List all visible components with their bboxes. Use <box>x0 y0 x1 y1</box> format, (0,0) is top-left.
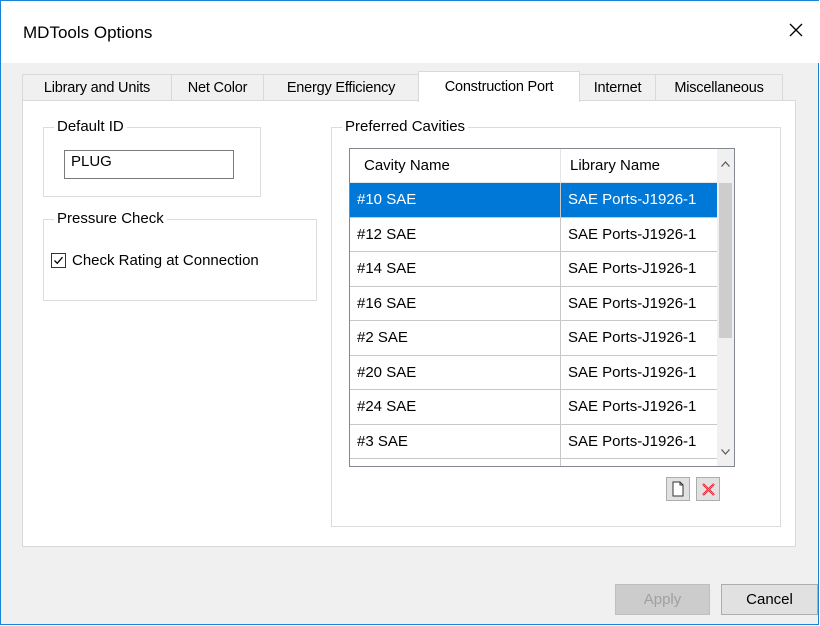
chevron-down-icon <box>721 448 730 455</box>
tab-energy-efficiency[interactable]: Energy Efficiency <box>263 74 419 100</box>
delete-x-icon <box>701 482 715 496</box>
list-item[interactable]: #24 SAE SAE Ports-J1926-1 <box>350 390 718 425</box>
new-cavity-button[interactable] <box>666 477 690 501</box>
cavity-name-cell: #24 SAE <box>350 390 561 425</box>
tab-net-color[interactable]: Net Color <box>171 74 264 100</box>
list-item[interactable]: #14 SAE SAE Ports-J1926-1 <box>350 252 718 287</box>
tab-construction-port[interactable]: Construction Port <box>418 71 580 102</box>
scroll-thumb[interactable] <box>719 183 732 338</box>
list-item[interactable]: #12 SAE SAE Ports-J1926-1 <box>350 217 718 252</box>
options-dialog: MDTools Options Library and Units Net Co… <box>0 0 819 625</box>
column-header-cavity-name[interactable]: Cavity Name <box>350 149 561 183</box>
library-name-cell: SAE Ports-J1926-1 <box>561 459 718 466</box>
delete-cavity-button[interactable] <box>696 477 720 501</box>
scroll-up-arrow[interactable] <box>717 155 734 172</box>
cavity-name-cell: #3 SAE <box>350 424 561 459</box>
close-icon <box>789 23 803 37</box>
cavity-name-cell: #14 SAE <box>350 252 561 287</box>
list-item[interactable]: #3 SAE SAE Ports-J1926-1 <box>350 424 718 459</box>
cavity-name-cell: #32 SAE <box>350 459 561 466</box>
library-name-cell: SAE Ports-J1926-1 <box>561 390 718 425</box>
preferred-cavities-label: Preferred Cavities <box>342 118 469 136</box>
library-name-cell: SAE Ports-J1926-1 <box>561 286 718 321</box>
list-item[interactable]: #16 SAE SAE Ports-J1926-1 <box>350 286 718 321</box>
title-bar: MDTools Options <box>1 1 819 63</box>
cavity-name-cell: #16 SAE <box>350 286 561 321</box>
library-name-cell: SAE Ports-J1926-1 <box>561 252 718 287</box>
pressure-check-label: Pressure Check <box>54 210 167 228</box>
checkmark-icon <box>54 256 63 265</box>
column-header-library-name[interactable]: Library Name <box>561 149 718 183</box>
list-item[interactable]: #32 SAESAE Ports-J1926-1 <box>350 459 718 466</box>
close-button[interactable] <box>777 11 815 49</box>
tab-strip: Library and Units Net Color Energy Effic… <box>22 71 812 102</box>
tab-library-and-units[interactable]: Library and Units <box>22 74 172 100</box>
list-item[interactable]: #20 SAE SAE Ports-J1926-1 <box>350 355 718 390</box>
new-document-icon <box>672 481 684 497</box>
default-id-group: Default ID PLUG <box>43 118 261 197</box>
list-scrollbar[interactable] <box>717 149 734 466</box>
tab-miscellaneous[interactable]: Miscellaneous <box>655 74 783 100</box>
library-name-cell: SAE Ports-J1926-1 <box>561 217 718 252</box>
default-id-input[interactable]: PLUG <box>64 150 234 179</box>
apply-button[interactable]: Apply <box>615 584 710 615</box>
chevron-up-icon <box>721 160 730 167</box>
cancel-button[interactable]: Cancel <box>721 584 818 615</box>
library-name-cell: SAE Ports-J1926-1 <box>561 355 718 390</box>
list-item[interactable]: #2 SAE SAE Ports-J1926-1 <box>350 321 718 356</box>
default-id-label: Default ID <box>54 118 127 136</box>
tab-internet[interactable]: Internet <box>579 74 656 100</box>
cavity-name-cell: #20 SAE <box>350 355 561 390</box>
cavities-list: Cavity Name Library Name #10 SAE SAE Port… <box>349 148 735 467</box>
library-name-cell: SAE Ports-J1926-1 <box>561 321 718 356</box>
list-rows: #10 SAE SAE Ports-J1926-1 #12 SAE SAE Ports… <box>350 183 718 466</box>
library-name-cell: SAE Ports-J1926-1 <box>561 424 718 459</box>
scroll-down-arrow[interactable] <box>717 443 734 460</box>
cavity-name-cell: #2 SAE <box>350 321 561 356</box>
check-rating-checkbox[interactable]: Check Rating at Connection <box>51 252 259 269</box>
list-item[interactable]: #10 SAE SAE Ports-J1926-1 <box>350 183 718 218</box>
checkbox-box <box>51 253 66 268</box>
library-name-cell: SAE Ports-J1926-1 <box>561 183 718 218</box>
cavity-name-cell: #10 SAE <box>350 183 561 218</box>
window-title: MDTools Options <box>23 23 153 42</box>
preferred-cavities-group: Preferred Cavities Cavity Name Library N… <box>331 118 781 527</box>
check-rating-label: Check Rating at Connection <box>72 252 259 269</box>
pressure-check-group: Pressure Check Check Rating at Connectio… <box>43 210 317 301</box>
cavity-name-cell: #12 SAE <box>350 217 561 252</box>
tab-panel-construction-port: Default ID PLUG Pressure Check Check Rat… <box>22 100 796 547</box>
list-header: Cavity Name Library Name <box>350 149 718 183</box>
